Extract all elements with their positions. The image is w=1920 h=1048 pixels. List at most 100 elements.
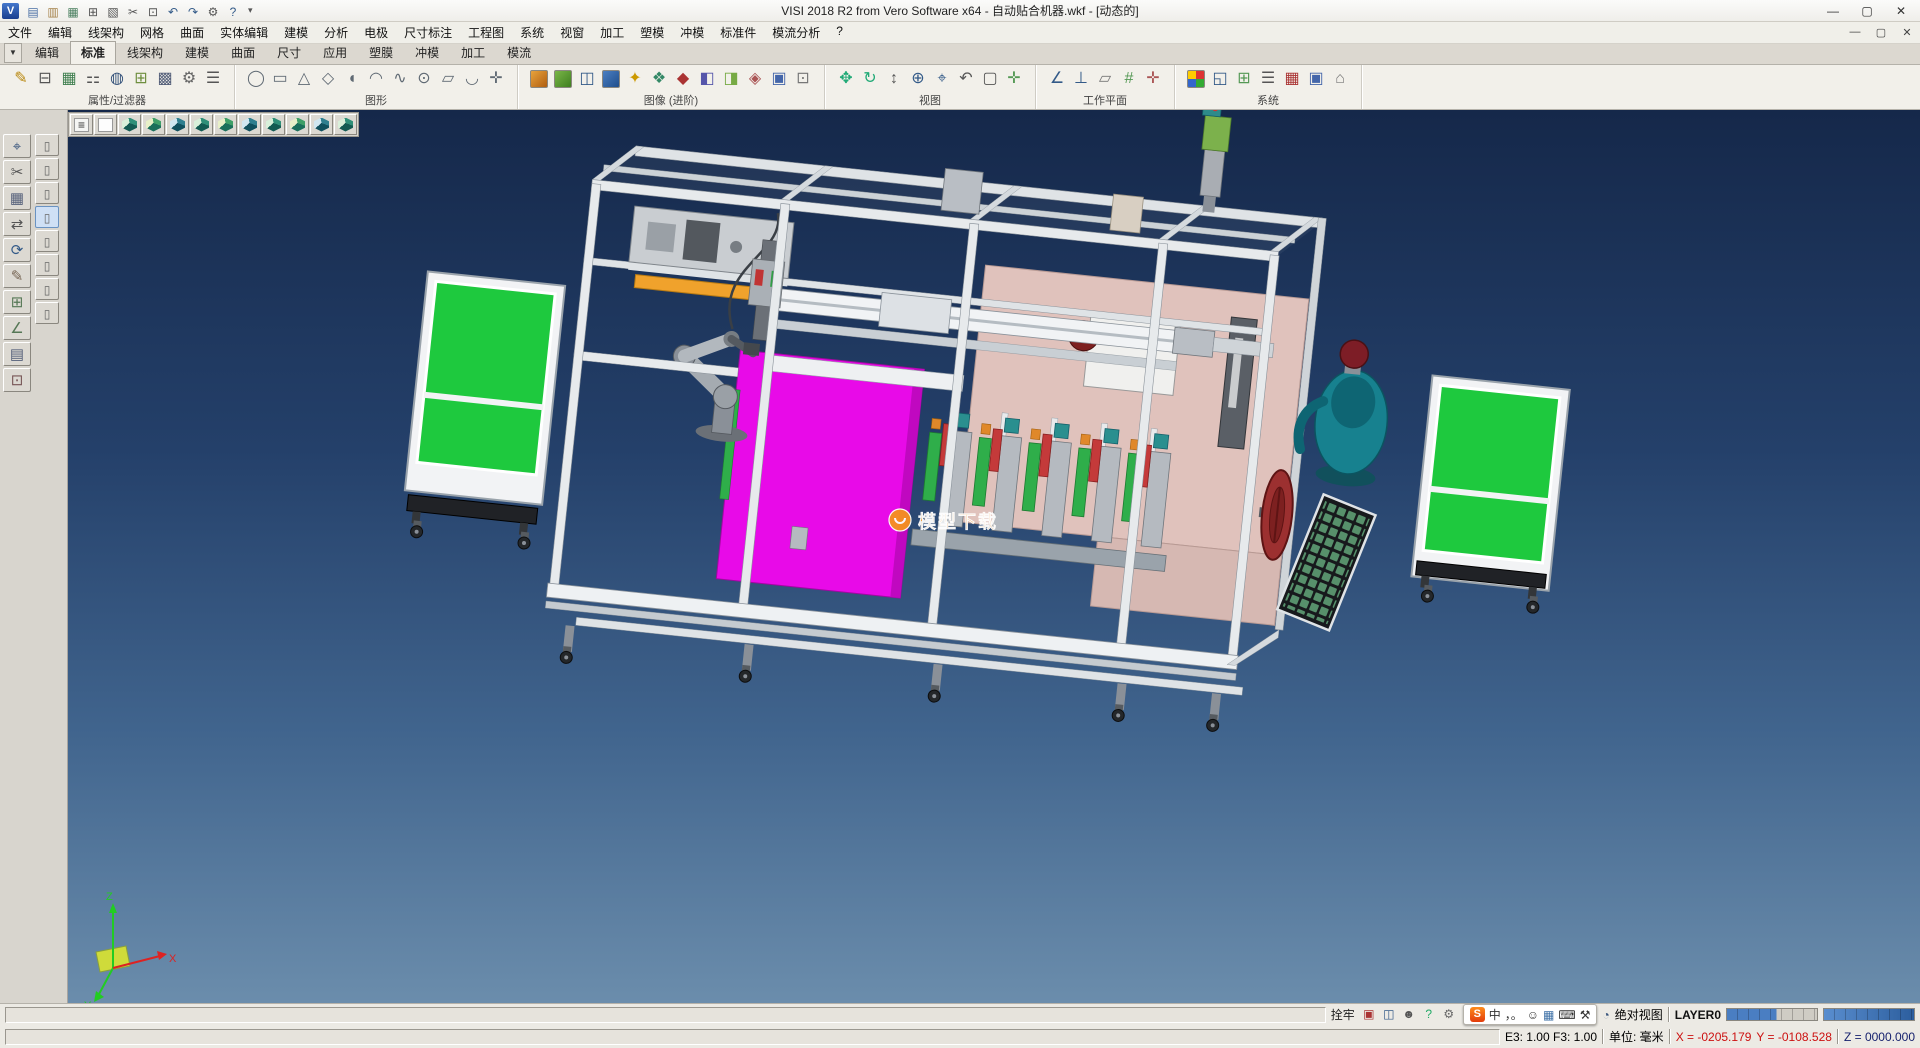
- half-ellipse-icon[interactable]: ◖: [340, 67, 364, 91]
- ime-punctuation-toggle[interactable]: ，。: [1505, 1006, 1523, 1023]
- array-icon[interactable]: ⊞: [3, 290, 31, 314]
- table-icon[interactable]: ▦: [1280, 67, 1304, 91]
- preview-icon[interactable]: ▧: [103, 2, 123, 20]
- tab-flow[interactable]: 模流: [496, 41, 542, 64]
- side-tool-8-icon[interactable]: ▯: [35, 302, 59, 324]
- database-icon[interactable]: ⊞: [1232, 67, 1256, 91]
- menu-item[interactable]: 视窗: [552, 22, 592, 43]
- menu-item[interactable]: 模流分析: [764, 22, 828, 43]
- document-restore-button[interactable]: ▢: [1868, 26, 1894, 39]
- side-tool-1-icon[interactable]: ▯: [35, 134, 59, 156]
- new-file-icon[interactable]: ▤: [23, 2, 43, 20]
- menu-item[interactable]: 冲模: [672, 22, 712, 43]
- point-icon[interactable]: ⊙: [412, 67, 436, 91]
- info-panel-icon[interactable]: ▣: [1304, 67, 1328, 91]
- erase-attribute-icon[interactable]: ⊟: [33, 67, 57, 91]
- menu-item[interactable]: 实体编辑: [212, 22, 276, 43]
- user-icon[interactable]: ☻: [1400, 1006, 1418, 1023]
- view-mode-label[interactable]: 绝对视图: [1615, 1006, 1663, 1023]
- refresh-view-icon[interactable]: ✛: [1002, 67, 1026, 91]
- tab-die[interactable]: 冲模: [404, 41, 450, 64]
- menu-item[interactable]: 建模: [276, 22, 316, 43]
- ime-keyboard-icon[interactable]: ⌨: [1558, 1008, 1575, 1022]
- view-top-icon[interactable]: [142, 114, 165, 135]
- previous-view-icon[interactable]: ↶: [954, 67, 978, 91]
- undo-icon[interactable]: ↶: [163, 2, 183, 20]
- view-dynamic-icon[interactable]: [334, 114, 357, 135]
- workplane-origin-icon[interactable]: ✛: [1141, 67, 1165, 91]
- menu-item[interactable]: 加工: [592, 22, 632, 43]
- circle-icon[interactable]: ◯: [244, 67, 268, 91]
- tab-surface[interactable]: 曲面: [220, 41, 266, 64]
- ime-logo-icon[interactable]: S: [1470, 1007, 1485, 1022]
- zoom-window-icon[interactable]: ⌖: [930, 67, 954, 91]
- menu-item[interactable]: 电极: [356, 22, 396, 43]
- settings-icon[interactable]: ⚙: [203, 2, 223, 20]
- help-icon[interactable]: ?: [223, 2, 243, 20]
- image-capture-icon[interactable]: ◫: [1380, 1006, 1398, 1023]
- menu-item[interactable]: 文件: [0, 22, 40, 43]
- ime-emoji-icon[interactable]: ☺: [1527, 1008, 1539, 1022]
- print-icon[interactable]: ⊞: [83, 2, 103, 20]
- menu-item[interactable]: 曲面: [172, 22, 212, 43]
- filter-settings-icon[interactable]: ⚙: [177, 67, 201, 91]
- maximize-button[interactable]: ▢: [1850, 1, 1884, 21]
- zoom-fit-icon[interactable]: ↕: [882, 67, 906, 91]
- tab-modeling[interactable]: 建模: [174, 41, 220, 64]
- menu-item[interactable]: 塑模: [632, 22, 672, 43]
- menu-item[interactable]: 编辑: [40, 22, 80, 43]
- save-icon[interactable]: ▦: [63, 2, 83, 20]
- home-icon[interactable]: ⌂: [1328, 67, 1352, 91]
- attribute-pen-icon[interactable]: ✎: [9, 67, 33, 91]
- tab-overflow-button[interactable]: ▼: [4, 43, 22, 63]
- rectangle-icon[interactable]: ▭: [268, 67, 292, 91]
- rotate-entity-icon[interactable]: ⟳: [3, 238, 31, 262]
- cross-icon[interactable]: ✛: [484, 67, 508, 91]
- grid-filter-icon[interactable]: ▦: [57, 67, 81, 91]
- menu-item[interactable]: 网格: [132, 22, 172, 43]
- open-file-icon[interactable]: ▥: [43, 2, 63, 20]
- layer-filter-icon[interactable]: ⚏: [81, 67, 105, 91]
- view-right-icon[interactable]: [190, 114, 213, 135]
- monitor-icon[interactable]: ◱: [1208, 67, 1232, 91]
- ime-language-toggle[interactable]: 中: [1489, 1006, 1501, 1023]
- ime-picture-icon[interactable]: ▦: [1543, 1008, 1554, 1022]
- tab-standard[interactable]: 标准: [70, 41, 116, 64]
- measure-angle-icon[interactable]: ∠: [3, 316, 31, 340]
- tab-edit[interactable]: 编辑: [24, 41, 70, 64]
- side-tool-2-icon[interactable]: ▯: [35, 158, 59, 180]
- side-tool-3-icon[interactable]: ▯: [35, 182, 59, 204]
- manager-list-icon[interactable]: ☰: [1256, 67, 1280, 91]
- tab-dimension[interactable]: 尺寸: [266, 41, 312, 64]
- edit-entity-icon[interactable]: ✎: [3, 264, 31, 288]
- menu-item[interactable]: 系统: [512, 22, 552, 43]
- menu-item[interactable]: 标准件: [712, 22, 764, 43]
- color-filter-icon[interactable]: ◍: [105, 67, 129, 91]
- menu-item[interactable]: 分析: [316, 22, 356, 43]
- add-filter-icon[interactable]: ⊞: [129, 67, 153, 91]
- workplane-face-icon[interactable]: ▱: [1093, 67, 1117, 91]
- transparency-icon[interactable]: ◨: [719, 67, 743, 91]
- hatch-filter-icon[interactable]: ▩: [153, 67, 177, 91]
- right-green-screen-cart[interactable]: [1409, 375, 1570, 614]
- view-axon-2-icon[interactable]: [286, 114, 309, 135]
- side-tool-5-icon[interactable]: ▯: [35, 230, 59, 252]
- layer-palette-icon[interactable]: [1187, 70, 1205, 88]
- view-iso-icon[interactable]: [118, 114, 141, 135]
- view-left-icon[interactable]: [214, 114, 237, 135]
- view-list-menu-icon[interactable]: ≡: [70, 114, 93, 135]
- menu-item[interactable]: ?: [828, 22, 851, 43]
- section-icon[interactable]: ◧: [695, 67, 719, 91]
- view-axon-3-icon[interactable]: [310, 114, 333, 135]
- cut-icon[interactable]: ✂: [123, 2, 143, 20]
- shadow-icon[interactable]: ❖: [647, 67, 671, 91]
- shade-icon[interactable]: [554, 70, 572, 88]
- diamond-icon[interactable]: ◇: [316, 67, 340, 91]
- stamp-icon[interactable]: ⊡: [3, 368, 31, 392]
- tab-machining[interactable]: 加工: [450, 41, 496, 64]
- copy-icon[interactable]: ⊡: [143, 2, 163, 20]
- view-back-icon[interactable]: [238, 114, 261, 135]
- zoom-in-icon[interactable]: ⊕: [906, 67, 930, 91]
- workplane-angle-icon[interactable]: ∠: [1045, 67, 1069, 91]
- tab-wireframe[interactable]: 线架构: [116, 41, 174, 64]
